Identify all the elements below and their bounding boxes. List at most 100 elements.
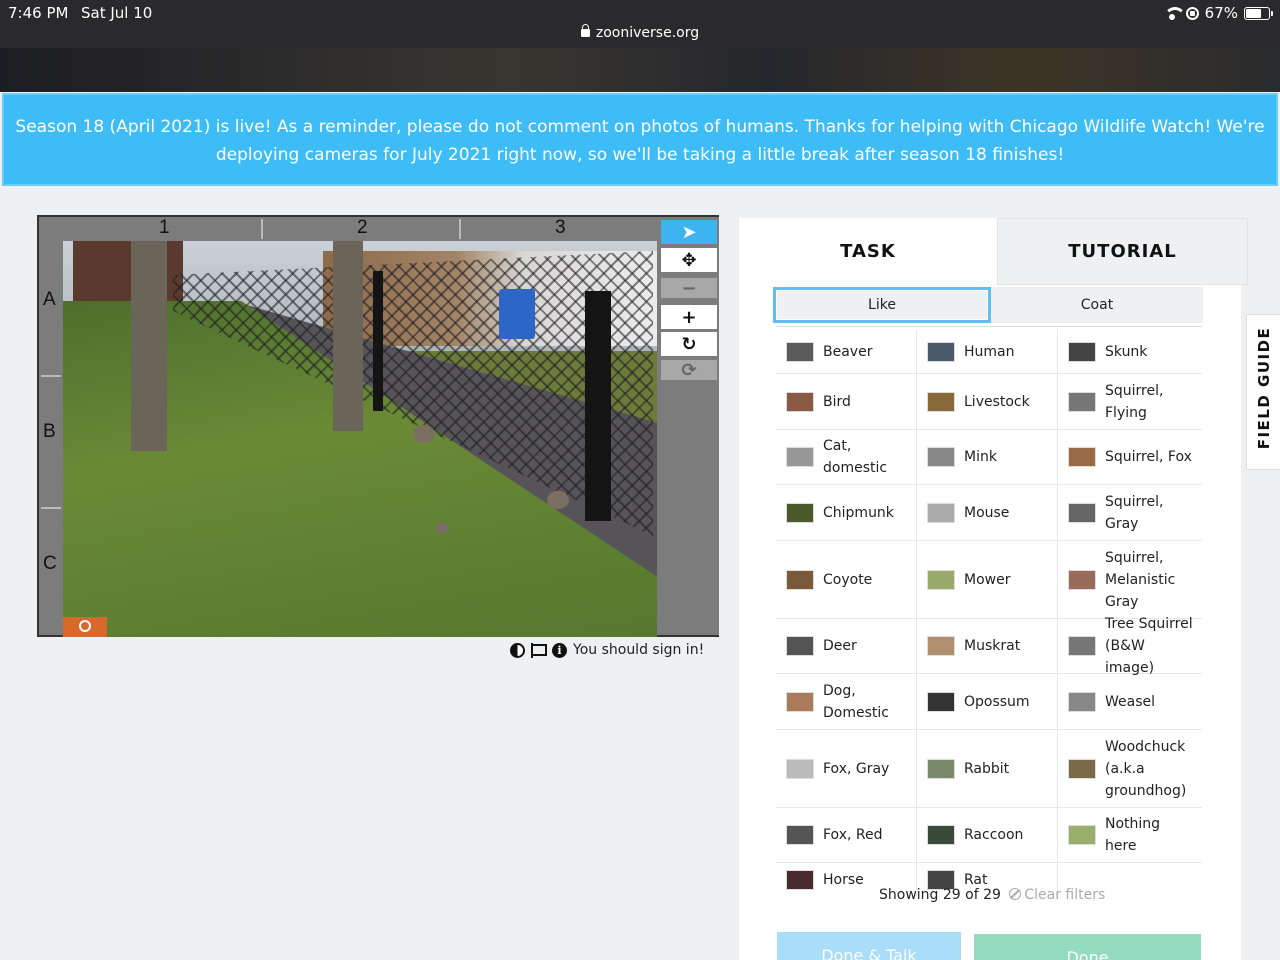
photo-squirrel (435, 523, 449, 533)
species-choice[interactable]: Nothing here (1058, 808, 1199, 862)
species-label: Squirrel, Gray (1105, 493, 1164, 532)
species-choice[interactable]: Chipmunk (776, 485, 917, 540)
battery-percent: 67% (1204, 4, 1238, 22)
species-thumbnail (927, 569, 955, 590)
photo-fence-post (373, 271, 383, 411)
species-choice[interactable]: Fox, Red (776, 808, 917, 862)
species-choice[interactable]: Squirrel, Flying (1058, 374, 1199, 429)
species-choice[interactable]: Coyote (776, 541, 917, 618)
species-choice[interactable]: Deer (776, 619, 917, 673)
species-thumbnail (927, 391, 955, 412)
info-icon[interactable]: i (552, 642, 567, 658)
grid-row-ruler: A B C (39, 241, 63, 637)
status-bar: 7:46 PM Sat Jul 10 zooniverse.org 67% (0, 0, 1280, 48)
filter-bar: Like Coat (773, 287, 1203, 323)
filter-coat-button[interactable]: Coat (991, 287, 1203, 323)
species-label: Chipmunk (823, 504, 894, 521)
filter-like-button[interactable]: Like (773, 287, 991, 323)
grid-column-ruler: 1 2 3 (39, 217, 657, 241)
address-bar[interactable]: zooniverse.org (0, 24, 1280, 41)
species-thumbnail (786, 502, 814, 523)
ruler-divider (41, 375, 61, 377)
species-choice[interactable]: Muskrat (917, 619, 1058, 673)
species-choice[interactable]: Rabbit (917, 730, 1058, 807)
species-thumbnail (1068, 341, 1096, 362)
done-button[interactable]: Done (974, 934, 1201, 960)
species-choice[interactable]: Opossum (917, 674, 1058, 729)
done-and-talk-button[interactable]: Done & Talk (777, 932, 961, 960)
announcement-banner: Season 18 (April 2021) is live! As a rem… (2, 93, 1278, 186)
status-indicators: 67% (1163, 4, 1273, 22)
photo-recycling-bin (499, 289, 535, 339)
species-choice[interactable]: Beaver (776, 330, 917, 373)
species-label: Mower (964, 571, 1011, 588)
species-label: Bird (823, 393, 851, 410)
species-thumbnail (927, 758, 955, 779)
species-choice[interactable]: Dog, Domestic (776, 674, 917, 729)
tab-task[interactable]: TASK (739, 218, 997, 285)
species-label: Tree Squirrel (B&W image) (1105, 616, 1193, 676)
species-choice[interactable]: Mower (917, 541, 1058, 618)
zoom-in-icon: + (681, 306, 697, 328)
photo-fence-post (585, 291, 611, 521)
species-thumbnail (927, 636, 955, 656)
species-choice[interactable]: Skunk (1058, 330, 1199, 373)
invert-contrast-icon[interactable] (510, 642, 525, 658)
species-choice[interactable]: Human (917, 330, 1058, 373)
species-choice[interactable]: Bird (776, 374, 917, 429)
zoom-in-button[interactable]: + (661, 305, 717, 329)
flag-icon[interactable] (531, 642, 547, 658)
species-choice[interactable]: Livestock (917, 374, 1058, 429)
species-thumbnail (1068, 391, 1096, 412)
species-thumbnail (786, 391, 814, 412)
species-choice[interactable]: Tree Squirrel (B&W image) (1058, 616, 1199, 676)
zoom-out-button[interactable]: − (661, 278, 717, 299)
species-label: Deer (823, 638, 857, 654)
species-label: Muskrat (964, 638, 1021, 654)
species-thumbnail (786, 636, 814, 656)
species-label: Weasel (1105, 693, 1156, 710)
species-choice[interactable]: Mink (917, 430, 1058, 484)
species-thumbnail (1068, 636, 1096, 656)
species-choice[interactable]: Fox, Gray (776, 730, 917, 807)
choice-row: Chipmunk Mouse Squirrel, Gray (776, 485, 1202, 541)
species-thumbnail (786, 870, 814, 890)
grid-row-label: C (43, 553, 57, 574)
photo-squirrel (547, 491, 569, 509)
rotate-button[interactable]: ↻ (661, 332, 717, 356)
species-thumbnail (1068, 825, 1096, 845)
species-choice[interactable]: Mouse (917, 485, 1058, 540)
species-choice[interactable]: Cat, domestic (776, 430, 917, 484)
field-guide-label: FIELD GUIDE (1255, 326, 1273, 450)
choice-row: Coyote Mower Squirrel, Melanistic Gray (776, 541, 1202, 619)
move-tool[interactable]: ✥ (661, 248, 717, 272)
photo-squirrel (413, 425, 435, 443)
filter-divider (776, 326, 1202, 327)
species-label: Fox, Red (823, 827, 883, 843)
clear-filters-link[interactable]: Clear filters (1009, 887, 1105, 903)
species-label: Dog, Domestic (823, 682, 889, 721)
species-choice[interactable]: Squirrel, Gray (1058, 485, 1199, 540)
clear-filters-label: Clear filters (1024, 887, 1106, 903)
lock-icon (580, 24, 590, 37)
camera-trap-photo[interactable] (63, 241, 657, 637)
choice-row: Deer Muskrat Tree Squirrel (B&W image) (776, 616, 1202, 676)
ruler-divider (41, 507, 61, 509)
species-choice[interactable]: Raccoon (917, 808, 1058, 862)
species-label: Mouse (964, 504, 1010, 521)
field-guide-tab[interactable]: FIELD GUIDE (1246, 314, 1280, 470)
clear-filters-icon (1009, 888, 1022, 900)
species-choice[interactable]: Woodchuck (a.k.a groundhog) (1058, 730, 1199, 807)
species-thumbnail (1068, 691, 1096, 712)
status-date: Sat Jul 10 (81, 4, 153, 22)
species-thumbnail (1068, 758, 1096, 779)
species-choice[interactable]: Squirrel, Fox (1058, 430, 1199, 484)
species-label: Squirrel, Fox (1105, 449, 1192, 465)
pointer-tool[interactable]: ➤ (661, 220, 717, 244)
species-choice[interactable]: Squirrel, Melanistic Gray (1058, 541, 1199, 618)
reset-icon: ⟳ (681, 359, 697, 381)
reset-button[interactable]: ⟳ (661, 359, 717, 381)
species-choice[interactable]: Weasel (1058, 674, 1199, 729)
viewer-actions: i You should sign in! (510, 640, 722, 660)
tab-tutorial[interactable]: TUTORIAL (997, 218, 1248, 285)
